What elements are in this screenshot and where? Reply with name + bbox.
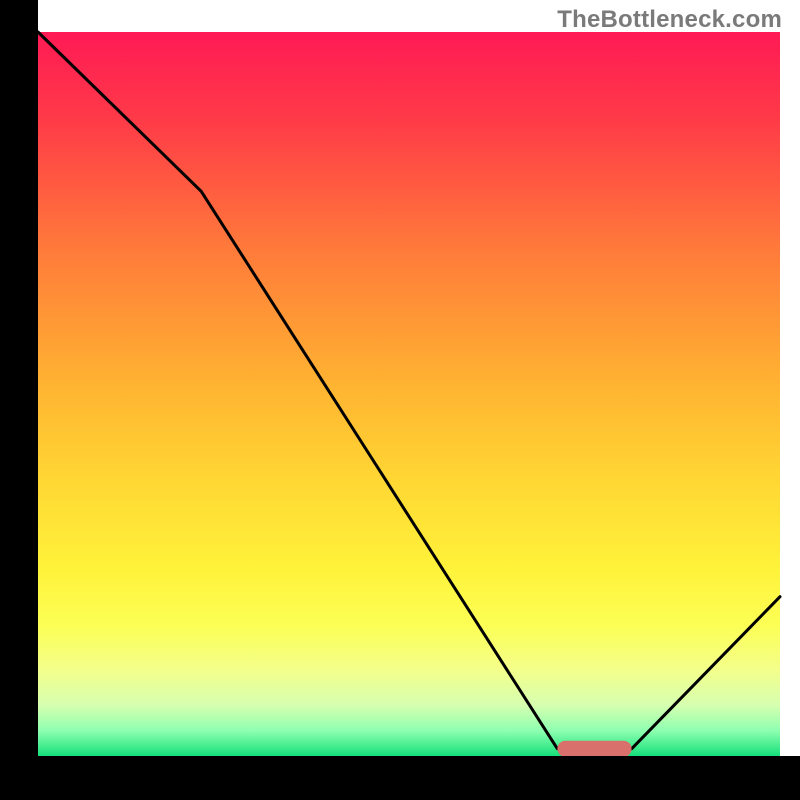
y-axis-band [0,0,38,800]
plot-area [38,32,780,757]
chart-container: TheBottleneck.com [0,0,800,800]
x-axis-band [0,756,800,800]
optimal-zone-marker [557,741,631,757]
bottleneck-chart [0,0,800,800]
watermark-label: TheBottleneck.com [557,6,782,34]
